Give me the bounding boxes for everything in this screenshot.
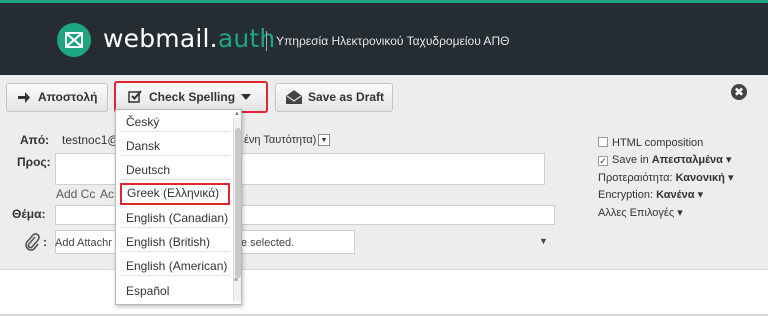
html-composition-label: HTML composition [612, 137, 704, 149]
html-composition-option[interactable]: HTML composition [598, 137, 703, 149]
to-label: Προς: [17, 155, 51, 169]
spellcheck-language-dropdown[interactable]: Český Dansk Deutsch Greek (Ελληνικά) Eng… [115, 109, 242, 305]
more-options-caret-icon[interactable]: ▾ [677, 207, 683, 219]
arrow-right-icon [17, 84, 31, 121]
encryption-caret-icon[interactable]: ▾ [698, 189, 704, 201]
attachment-status-text: e selected. [241, 237, 295, 249]
from-identity: ένη Ταυτότητα) [244, 134, 317, 146]
app-header: webmail.auth Υπηρεσία Ηλεκτρονικού Ταχυδ… [0, 0, 768, 75]
add-attachment-text[interactable]: Add Attachr [55, 237, 112, 249]
attachment-caret-icon[interactable]: ▼ [539, 236, 548, 246]
mail-logo-icon [57, 23, 91, 57]
close-icon[interactable]: ✖ [731, 84, 747, 100]
priority-label: Προτεραιότητα: [598, 172, 673, 184]
brand-name: webmail.auth [103, 24, 275, 53]
language-option-greek[interactable]: Greek (Ελληνικά) [120, 183, 230, 205]
encryption-label: Encryption: [598, 189, 654, 201]
attach-colon: : [43, 235, 47, 249]
add-cc-link[interactable]: Add Cc [56, 187, 95, 201]
check-spelling-label: Check Spelling [149, 90, 236, 104]
header-separator [266, 31, 267, 51]
language-option-german[interactable]: Deutsch [120, 160, 230, 180]
brand-main: webmail. [103, 24, 218, 53]
dropdown-scrollbar[interactable] [233, 118, 241, 301]
save-in-label: Save in [612, 154, 649, 166]
paperclip-icon [24, 233, 40, 254]
dropdown-scroll-thumb[interactable] [235, 128, 241, 278]
save-in-option[interactable]: ✓ Save in Απεσταλμένα ▾ [598, 153, 732, 166]
language-option-danish[interactable]: Dansk [120, 136, 230, 156]
send-button-label: Αποστολή [38, 90, 98, 104]
save-draft-button[interactable]: Save as Draft [275, 83, 393, 112]
priority-caret-icon[interactable]: ▾ [728, 172, 734, 184]
more-options[interactable]: Αλλες Επιλογές ▾ [598, 206, 683, 219]
envelope-open-icon [285, 84, 303, 121]
encryption-value[interactable]: Κανένα [656, 189, 694, 201]
from-value[interactable]: testnoc1@ [62, 133, 120, 147]
language-option-spanish[interactable]: Español [120, 281, 230, 301]
encryption-option[interactable]: Encryption: Κανένα ▾ [598, 188, 703, 201]
priority-value[interactable]: Κανονική [676, 172, 725, 184]
language-option-english-canadian[interactable]: English (Canadian) [120, 208, 230, 228]
scroll-up-icon[interactable]: ▲ [234, 111, 240, 117]
language-option-english-american[interactable]: English (American) [120, 256, 230, 276]
priority-option[interactable]: Προτεραιότητα: Κανονική ▾ [598, 171, 734, 184]
subject-label: Θέμα: [12, 207, 46, 221]
language-option-czech[interactable]: Český [120, 112, 230, 132]
language-option-english-british[interactable]: English (British) [120, 232, 230, 252]
more-options-label[interactable]: Αλλες Επιλογές [598, 207, 674, 219]
from-label: Από: [20, 133, 50, 147]
save-draft-label: Save as Draft [308, 90, 385, 104]
save-in-checkbox[interactable]: ✓ [598, 156, 608, 166]
save-in-value[interactable]: Απεσταλμένα [652, 154, 723, 166]
save-in-caret-icon[interactable]: ▾ [726, 154, 732, 166]
header-subtitle: Υπηρεσία Ηλεκτρονικού Ταχυδρομείου ΑΠΘ [276, 34, 510, 48]
send-button[interactable]: Αποστολή [6, 83, 108, 112]
identity-select-caret[interactable]: ▼ [318, 134, 330, 146]
html-composition-checkbox[interactable] [598, 137, 608, 147]
add-bcc-link[interactable]: Ac [100, 187, 114, 201]
scroll-grip-icon: ≡ [234, 277, 239, 284]
